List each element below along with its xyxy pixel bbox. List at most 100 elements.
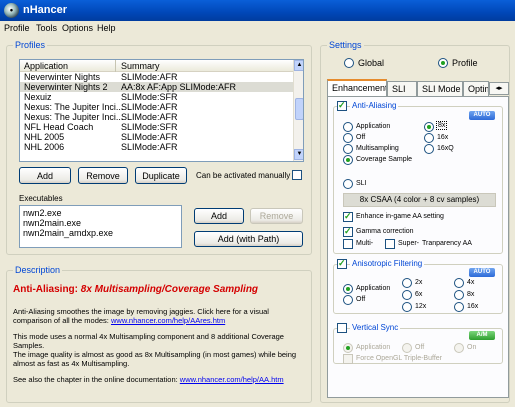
cell-summary: SLIMode:SFR — [121, 122, 178, 132]
af-12x-radio[interactable] — [402, 302, 412, 312]
aa-application-label: Application — [356, 123, 391, 130]
menu-options[interactable]: Options — [62, 23, 93, 33]
global-label: Global — [358, 58, 385, 68]
af-label: Anisotropic Filtering — [350, 259, 425, 268]
table-row-selected[interactable]: Neverwinter Nights 2 AA:8x AF:App SLIMode… — [20, 82, 293, 92]
aa-off-radio[interactable] — [343, 133, 353, 143]
af-application-radio[interactable] — [343, 284, 353, 294]
super-label: Super- — [398, 240, 420, 247]
remove-executable-button[interactable]: Remove — [250, 208, 303, 224]
heading-mode: 8x Multisampling/Coverage Sampling — [80, 284, 259, 295]
af-2x-radio[interactable] — [402, 278, 412, 288]
table-row[interactable]: Nexus: The Jupiter Inci... SLIMode:AFR — [20, 102, 293, 112]
aa-coverage-radio[interactable] — [343, 155, 353, 165]
table-row[interactable]: NFL Head Coach SLIMode:SFR — [20, 122, 293, 132]
aa-doc-link[interactable]: www.nhancer.com/help/AA.htm — [180, 375, 284, 384]
executables-label: Executables — [19, 194, 63, 203]
global-radio[interactable] — [344, 58, 354, 68]
tab-sli-mode[interactable]: SLI Mode — [417, 81, 463, 96]
vsync-application-radio[interactable] — [343, 343, 353, 353]
menu-tools[interactable]: Tools — [36, 23, 57, 33]
af-16x-radio[interactable] — [454, 302, 464, 312]
column-divider[interactable] — [115, 60, 116, 72]
executable-item[interactable]: nwn2main_amdxp.exe — [23, 228, 113, 238]
menu-help[interactable]: Help — [97, 23, 116, 33]
duplicate-profile-button[interactable]: Duplicate — [135, 167, 187, 184]
cell-summary: SLIMode:SFR — [121, 92, 178, 102]
super-transparency-checkbox[interactable] — [385, 239, 395, 249]
heading-prefix: Anti-Aliasing: — [13, 284, 78, 295]
paragraph-text: See also the chapter in the online docum… — [13, 375, 178, 384]
tab-optim[interactable]: Optim — [463, 81, 489, 96]
aa-auto-button[interactable]: AUTO — [469, 111, 495, 120]
cell-summary: SLIMode:AFR — [121, 102, 178, 112]
af-6x-radio[interactable] — [402, 290, 412, 300]
profiles-table: Application Summary Neverwinter Nights SL… — [19, 59, 304, 162]
add-with-path-button[interactable]: Add (with Path) — [194, 231, 303, 247]
table-header: Application Summary — [20, 60, 303, 72]
cell-app: Neverwinter Nights 2 — [24, 82, 108, 92]
enhance-ingame-label: Enhance in-game AA setting — [356, 213, 444, 220]
table-row[interactable]: Nexus: The Jupiter Inci... SLIMode:AFR — [20, 112, 293, 122]
scroll-down-icon[interactable]: ▼ — [294, 149, 303, 160]
aa-checkbox[interactable] — [337, 100, 347, 111]
description-paragraph: See also the chapter in the online docum… — [13, 375, 306, 384]
column-header-summary[interactable]: Summary — [121, 61, 160, 71]
scroll-up-icon[interactable]: ▲ — [294, 60, 303, 71]
table-row[interactable]: NHL 2005 SLIMode:AFR — [20, 132, 293, 142]
add-executable-button[interactable]: Add — [194, 208, 244, 224]
profiles-group-label: Profiles — [13, 40, 48, 50]
aa-16x-radio[interactable] — [424, 133, 434, 143]
profiles-scrollbar[interactable]: ▲ ▼ — [293, 60, 303, 161]
aa-application-radio[interactable] — [343, 122, 353, 132]
profile-radio[interactable] — [438, 58, 448, 68]
aa-16xq-label: 16xQ — [437, 145, 454, 152]
tab-sli[interactable]: SLI — [387, 81, 417, 96]
aa-label: Anti-Aliasing — [350, 101, 399, 110]
aa-8x-radio[interactable] — [424, 122, 434, 132]
af-8x-radio[interactable] — [454, 290, 464, 300]
aa-compare-link[interactable]: www.nhancer.com/help/AAres.htm — [111, 316, 225, 325]
af-4x-radio[interactable] — [454, 278, 464, 288]
aa-16xq-radio[interactable] — [424, 144, 434, 154]
profile-label: Profile — [452, 58, 478, 68]
gamma-correction-checkbox[interactable] — [343, 226, 353, 237]
tab-scroll-icon[interactable]: ◂▸ — [489, 82, 509, 95]
table-row[interactable]: Nexuiz SLIMode:SFR — [20, 92, 293, 102]
aa-multisampling-radio[interactable] — [343, 144, 353, 154]
af-2x-label: 2x — [415, 279, 423, 286]
vsync-on-label: On — [467, 344, 477, 351]
tab-enhancements[interactable]: Enhancements — [327, 79, 387, 97]
enhance-ingame-checkbox[interactable] — [343, 211, 353, 222]
settings-group-label: Settings — [327, 40, 364, 50]
title-bar: • nHancer — [0, 0, 515, 21]
menu-profile[interactable]: Profile — [4, 23, 30, 33]
scroll-thumb[interactable] — [295, 98, 303, 120]
aa-sli-label: SLI — [356, 180, 367, 187]
executable-item[interactable]: nwn2main.exe — [23, 218, 81, 228]
af-application-label: Application — [356, 285, 391, 292]
table-row[interactable]: NHL 2006 SLIMode:AFR — [20, 142, 293, 152]
remove-profile-button[interactable]: Remove — [78, 167, 128, 184]
vsync-checkbox[interactable] — [337, 323, 347, 333]
cell-app: Nexus: The Jupiter Inci... — [24, 112, 124, 122]
activate-manually-checkbox[interactable] — [292, 170, 302, 180]
column-header-application[interactable]: Application — [24, 61, 68, 71]
add-profile-button[interactable]: Add — [19, 167, 71, 184]
cell-summary: SLIMode:AFR — [121, 112, 178, 122]
af-auto-button[interactable]: AUTO — [469, 268, 495, 277]
af-off-radio[interactable] — [343, 295, 353, 305]
description-paragraph: The image quality is almost as good as 8… — [13, 350, 297, 368]
table-row[interactable]: Neverwinter Nights SLIMode:AFR — [20, 72, 293, 82]
af-checkbox[interactable] — [337, 258, 347, 269]
multi-transparency-checkbox[interactable] — [343, 239, 353, 249]
aa-sli-radio[interactable] — [343, 179, 353, 189]
vsync-off-radio[interactable] — [402, 343, 412, 353]
triple-buffer-checkbox[interactable] — [343, 354, 353, 364]
af-off-label: Off — [356, 296, 366, 303]
window-title: nHancer — [23, 4, 68, 16]
vsync-on-radio[interactable] — [454, 343, 464, 353]
app-icon: • — [4, 3, 19, 18]
executable-item[interactable]: nwn2.exe — [23, 208, 62, 218]
vsync-am-button[interactable]: A/M — [469, 331, 495, 340]
